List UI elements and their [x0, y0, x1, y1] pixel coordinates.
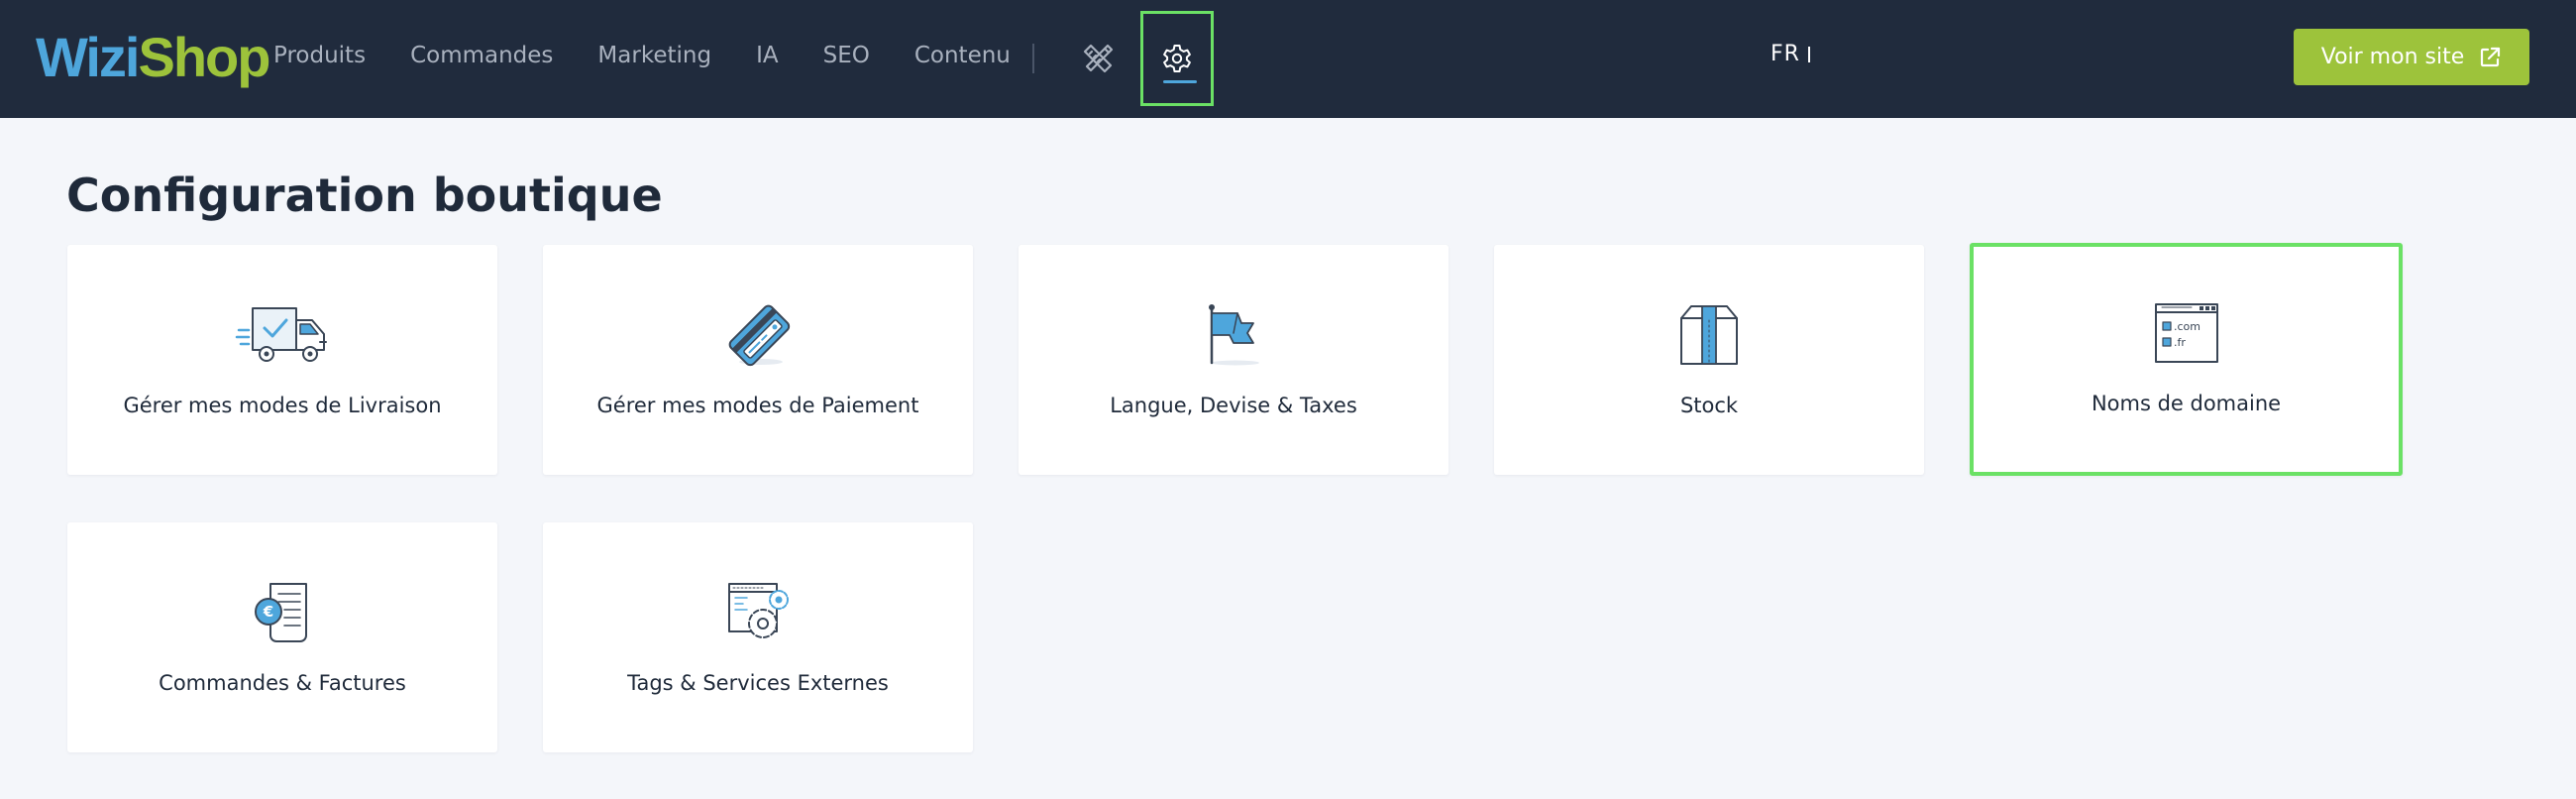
card-label-stock: Stock [1679, 394, 1739, 417]
card-livraison[interactable]: Gérer mes modes de Livraison [67, 245, 497, 475]
card-noms-de-domaine[interactable]: .com .fr Noms de domaine [1970, 243, 2403, 476]
flag-icon [1184, 300, 1283, 370]
design-tools-button[interactable] [1062, 11, 1133, 106]
card-tags-services[interactable]: Tags & Services Externes [543, 522, 973, 752]
nav-item-marketing[interactable]: Marketing [597, 43, 711, 68]
svg-text:€: € [263, 603, 273, 621]
view-site-button[interactable]: Voir mon site [2294, 29, 2529, 85]
domain-window-icon: .com .fr [2137, 298, 2236, 368]
active-tab-indicator [1163, 80, 1197, 83]
top-navigation-bar: Wizi Shop Produits Commandes Marketing I… [0, 0, 2576, 118]
logo-text-shop: Shop [138, 26, 270, 88]
card-label-livraison: Gérer mes modes de Livraison [123, 394, 442, 417]
nav-item-seo[interactable]: SEO [823, 43, 870, 68]
nav-item-commandes[interactable]: Commandes [410, 43, 553, 68]
credit-card-icon [708, 300, 807, 370]
domain-icon-fr-text: .fr [2174, 336, 2186, 349]
card-stock[interactable]: Stock [1494, 245, 1924, 475]
nav-item-contenu[interactable]: Contenu [914, 43, 1011, 68]
card-label-paiement: Gérer mes modes de Paiement [596, 394, 919, 417]
page-title: Configuration boutique [66, 169, 663, 222]
card-label-langue: Langue, Devise & Taxes [1110, 394, 1357, 417]
language-divider [1808, 47, 1810, 62]
card-paiement[interactable]: Gérer mes modes de Paiement [543, 245, 973, 475]
main-nav: Produits Commandes Marketing IA SEO Cont… [273, 36, 1055, 75]
nav-item-ia[interactable]: IA [756, 43, 779, 68]
logo-text-wizi: Wizi [36, 26, 140, 88]
card-label-tags-services: Tags & Services Externes [627, 671, 889, 695]
design-tools-icon [1083, 44, 1114, 73]
view-site-label: Voir mon site [2320, 45, 2465, 69]
card-commandes-factures[interactable]: € Commandes & Factures [67, 522, 497, 752]
external-link-icon [2481, 47, 2501, 66]
wizishop-logo[interactable]: Wizi Shop [36, 24, 270, 91]
tags-gear-icon [708, 578, 807, 647]
settings-button[interactable] [1140, 11, 1214, 106]
delivery-truck-icon [233, 300, 332, 370]
invoice-euro-icon: € [233, 578, 332, 647]
language-selector[interactable]: FR [1771, 42, 1800, 66]
nav-divider [1032, 44, 1034, 73]
card-label-noms-de-domaine: Noms de domaine [2091, 392, 2282, 415]
card-label-commandes-factures: Commandes & Factures [159, 671, 406, 695]
settings-gear-icon [1163, 45, 1191, 72]
card-langue[interactable]: Langue, Devise & Taxes [1019, 245, 1449, 475]
nav-item-produits[interactable]: Produits [273, 43, 366, 68]
box-icon [1660, 300, 1759, 370]
domain-icon-com-text: .com [2174, 320, 2200, 333]
